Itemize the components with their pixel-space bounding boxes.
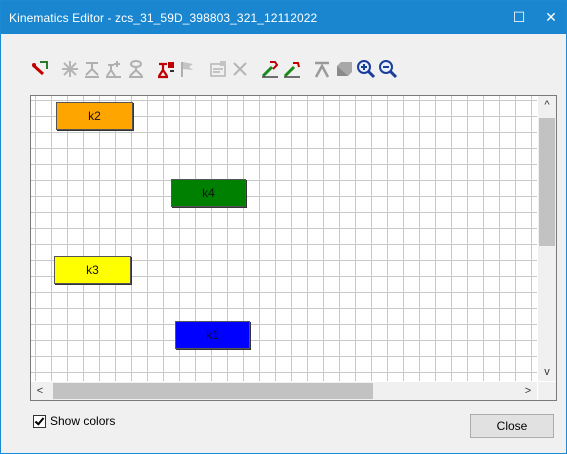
node-label: k1 (206, 328, 219, 342)
node-label: k3 (86, 263, 99, 277)
flag-disabled-icon[interactable] (177, 57, 199, 81)
close-window-button[interactable]: ✕ (541, 7, 561, 27)
joint-add-disabled-icon[interactable] (103, 57, 125, 81)
scroll-up-icon[interactable]: ^ (538, 96, 556, 114)
pen-edit-icon[interactable] (29, 57, 51, 81)
close-button[interactable]: Close (470, 414, 554, 438)
vertical-scrollbar[interactable]: ^ v (538, 96, 556, 381)
scroll-right-icon[interactable]: > (519, 382, 537, 400)
zoom-in-icon[interactable] (355, 57, 377, 81)
title-bar: Kinematics Editor - zcs_31_59D_398803_32… (1, 1, 566, 34)
align-disabled-icon[interactable] (311, 57, 333, 81)
scroll-down-icon[interactable]: v (538, 363, 556, 381)
maximize-button[interactable]: ☐ (509, 7, 529, 27)
node-k1[interactable]: k1 (175, 321, 250, 349)
show-colors-checkbox[interactable] (33, 414, 46, 428)
delete-disabled-icon[interactable] (229, 57, 251, 81)
node-label: k2 (88, 109, 101, 123)
vertical-scroll-thumb[interactable] (539, 118, 555, 246)
scroll-left-icon[interactable]: < (31, 382, 49, 400)
properties-disabled-icon[interactable] (207, 57, 229, 81)
tool-green-2-icon[interactable] (281, 57, 303, 81)
show-colors-checkbox-row[interactable]: Show colors (33, 414, 115, 428)
node-k4[interactable]: k4 (171, 179, 246, 207)
horizontal-scrollbar[interactable]: < > (31, 382, 537, 400)
node-k3[interactable]: k3 (54, 256, 131, 284)
zoom-out-icon[interactable] (377, 57, 399, 81)
show-colors-label: Show colors (50, 414, 116, 428)
joint-disabled-icon[interactable] (81, 57, 103, 81)
red-joint-icon[interactable] (155, 57, 177, 81)
node-label: k4 (202, 186, 215, 200)
window-title: Kinematics Editor - zcs_31_59D_398803_32… (9, 11, 318, 25)
kinematics-editor-window: Kinematics Editor - zcs_31_59D_398803_32… (0, 0, 567, 454)
horizontal-scroll-thumb[interactable] (53, 383, 373, 399)
tool-green-icon[interactable] (259, 57, 281, 81)
kinematics-canvas[interactable]: k2 k4 k3 k1 ^ v < > (30, 95, 557, 401)
node-k2[interactable]: k2 (56, 102, 133, 130)
star-disabled-icon[interactable] (59, 57, 81, 81)
scroll-corner (538, 382, 556, 400)
joint-link-disabled-icon[interactable] (125, 57, 147, 81)
frame-disabled-icon[interactable] (333, 57, 355, 81)
grid-background (31, 96, 537, 381)
